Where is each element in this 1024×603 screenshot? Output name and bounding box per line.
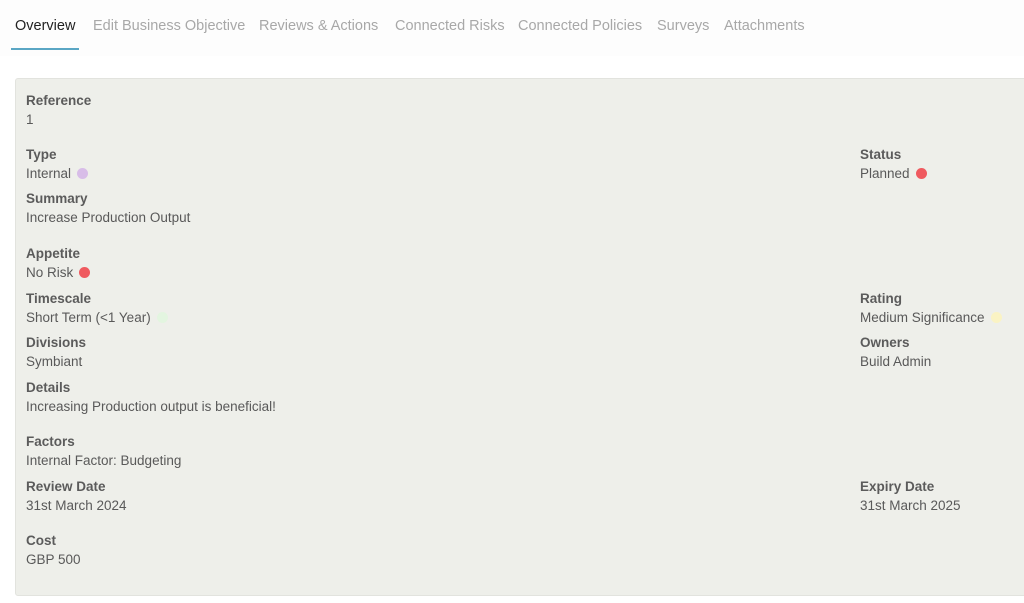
reference-value: 1: [26, 112, 34, 127]
divisions-label: Divisions: [26, 335, 87, 350]
field-status: Status Planned: [860, 146, 927, 184]
owners-label: Owners: [860, 335, 910, 350]
timescale-dot-icon: [156, 312, 168, 323]
timescale-value: Short Term (<1 Year): [26, 310, 151, 325]
details-label: Details: [26, 380, 71, 395]
factors-label: Factors: [26, 434, 75, 449]
appetite-dot-icon: [79, 267, 91, 278]
tab-attachments[interactable]: Attachments: [724, 18, 805, 50]
summary-value: Increase Production Output: [26, 210, 191, 225]
tab-connected-policies[interactable]: Connected Policies: [518, 18, 642, 50]
cost-value: GBP 500: [26, 552, 81, 567]
field-factors: Factors Internal Factor: Budgeting: [26, 433, 181, 471]
factors-value: Internal Factor: Budgeting: [26, 453, 182, 468]
reference-label: Reference: [26, 93, 92, 108]
expiry-date-label: Expiry Date: [860, 479, 935, 494]
tab-surveys[interactable]: Surveys: [657, 18, 709, 50]
rating-value: Medium Significance: [860, 310, 985, 325]
type-dot-icon: [77, 168, 89, 179]
status-value-row: Planned: [860, 164, 927, 184]
overview-panel: Reference 1 Type Internal Status Planned…: [15, 78, 1024, 596]
details-value: Increasing Production output is benefici…: [26, 399, 276, 414]
type-value: Internal: [26, 166, 72, 181]
field-type: Type Internal: [26, 146, 89, 184]
review-date-value: 31st March 2024: [26, 498, 127, 513]
type-value-row: Internal: [26, 164, 89, 184]
tab-edit-business-objective[interactable]: Edit Business Objective: [93, 18, 245, 50]
field-owners: Owners Build Admin: [860, 334, 931, 372]
field-reference: Reference 1: [26, 92, 91, 130]
timescale-label: Timescale: [26, 291, 92, 306]
cost-label: Cost: [26, 533, 56, 548]
field-review-date: Review Date 31st March 2024: [26, 478, 127, 516]
tab-bar: Overview Edit Business Objective Reviews…: [0, 0, 1024, 56]
rating-value-row: Medium Significance: [860, 308, 1002, 328]
review-date-label: Review Date: [26, 479, 106, 494]
status-label: Status: [860, 147, 902, 162]
field-expiry-date: Expiry Date 31st March 2025: [860, 478, 961, 516]
owners-value: Build Admin: [860, 354, 932, 369]
field-divisions: Divisions Symbiant: [26, 334, 86, 372]
status-dot-icon: [915, 168, 927, 179]
tab-overview[interactable]: Overview: [10, 18, 80, 50]
status-value: Planned: [860, 166, 910, 181]
field-appetite: Appetite No Risk: [26, 245, 91, 283]
expiry-date-value: 31st March 2025: [860, 498, 961, 513]
appetite-value-row: No Risk: [26, 263, 91, 283]
field-details: Details Increasing Production output is …: [26, 379, 276, 417]
rating-dot-icon: [990, 312, 1002, 323]
timescale-value-row: Short Term (<1 Year): [26, 308, 168, 328]
type-label: Type: [26, 147, 57, 162]
field-summary: Summary Increase Production Output: [26, 190, 190, 228]
appetite-value: No Risk: [26, 265, 74, 280]
rating-label: Rating: [860, 291, 902, 306]
field-rating: Rating Medium Significance: [860, 290, 1002, 328]
divisions-value: Symbiant: [26, 354, 83, 369]
tab-connected-risks[interactable]: Connected Risks: [395, 18, 505, 50]
field-cost: Cost GBP 500: [26, 532, 81, 570]
field-timescale: Timescale Short Term (<1 Year): [26, 290, 168, 328]
tab-reviews-actions[interactable]: Reviews & Actions: [259, 18, 378, 50]
appetite-label: Appetite: [26, 246, 80, 261]
summary-label: Summary: [26, 191, 88, 206]
